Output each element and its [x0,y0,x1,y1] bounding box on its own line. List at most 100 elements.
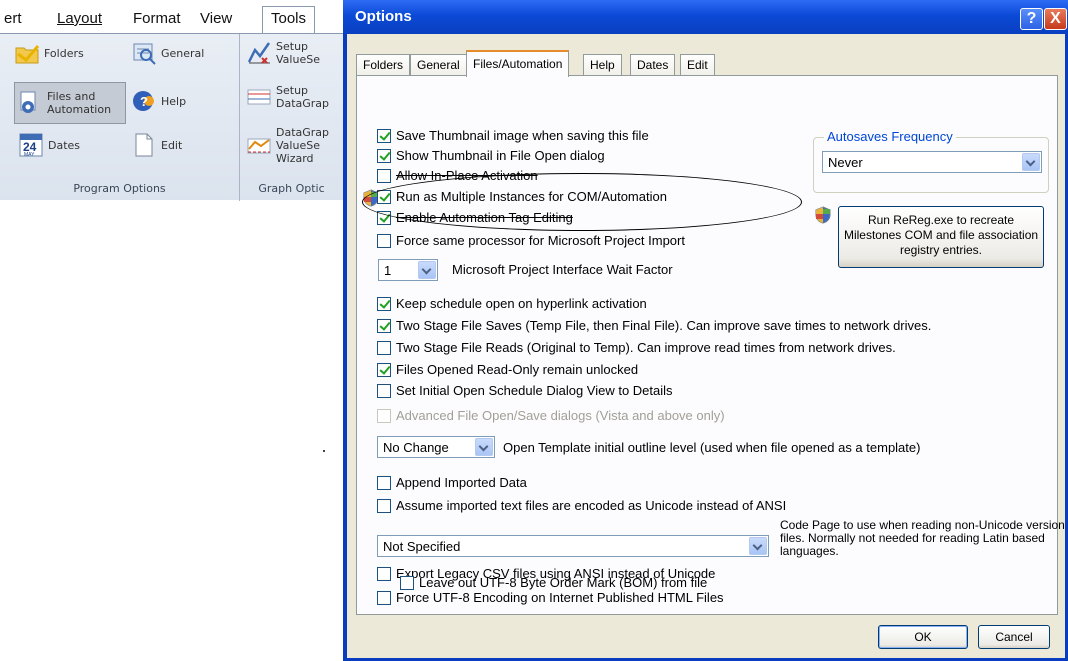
menu-tab-view[interactable]: View [200,10,232,27]
svg-text:?: ? [140,94,148,109]
graph-line-icon [247,42,271,64]
files-automation-panel: Save Thumbnail image when saving this fi… [356,75,1065,615]
advanced-dialogs-checkbox: Advanced File Open/Save dialogs (Vista a… [377,408,725,423]
allow-in-place-label: Allow In-Place Activation [396,168,538,183]
checkbox-box [377,189,391,204]
folders-button[interactable]: Folders [14,40,84,66]
tab-help[interactable]: Help [583,54,622,76]
wait-factor-select[interactable]: 1 [378,259,438,281]
chevron-down-icon[interactable] [1022,153,1040,171]
ok-button[interactable]: OK [878,625,968,649]
svg-text:MAY: MAY [24,152,35,158]
leave-out-bom-checkbox[interactable]: Leave out UTF-8 Byte Order Mark (BOM) fr… [400,575,707,590]
stray-dot [323,450,325,452]
outline-level-label: Open Template initial outline level (use… [503,440,921,455]
help-ribbon-label: Help [161,94,187,108]
tab-dates[interactable]: Dates [630,54,676,76]
leave-out-bom-label: Leave out UTF-8 Byte Order Mark (BOM) fr… [419,575,708,590]
advanced-dialogs-label: Advanced File Open/Save dialogs (Vista a… [396,408,725,423]
force-processor-label: Force same processor for Microsoft Proje… [396,233,685,248]
graph-options-group: Setup ValueSe Setup DataGrap DataGrap Va… [240,34,343,201]
multiple-instances-label: Run as Multiple Instances for COM/Automa… [396,189,667,204]
setup-valueset-button[interactable]: Setup ValueSe [246,40,320,66]
chevron-down-icon[interactable] [475,438,493,456]
append-imported-checkbox[interactable]: Append Imported Data [377,475,527,490]
checkbox-box [377,318,391,333]
dialog-client: Folders General Files/Automation Help Da… [347,34,1065,658]
help-ribbon-button[interactable]: ? Help [131,88,186,114]
force-utf8-checkbox[interactable]: Force UTF-8 Encoding on Internet Publish… [377,590,724,605]
setup-datagraph-button[interactable]: Setup DataGrap [246,84,329,110]
dates-button[interactable]: 24 MAY Dates [18,132,80,158]
setup-valueset-label: Setup ValueSe [276,40,320,66]
assume-unicode-label: Assume imported text files are encoded a… [396,498,787,513]
readonly-unlocked-checkbox[interactable]: Files Opened Read-Only remain unlocked [377,362,638,377]
menu-bar: ert Layout Format View Tools [0,0,343,34]
general-icon [133,43,156,65]
automation-tag-checkbox[interactable]: Enable Automation Tag Editing [377,210,573,225]
cancel-button[interactable]: Cancel [978,625,1050,649]
general-label: General [161,46,205,60]
checkbox-box [377,296,391,311]
tab-files-automation[interactable]: Files/Automation [466,50,570,77]
general-button[interactable]: General [131,40,204,66]
keep-schedule-open-checkbox[interactable]: Keep schedule open on hyperlink activati… [377,296,647,311]
graph-options-label: Graph Optic [258,182,325,195]
menu-tab-insert[interactable]: ert [4,10,22,27]
screen: ert Layout Format View Tools Folders Gen… [0,0,1068,661]
two-stage-saves-checkbox[interactable]: Two Stage File Saves (Temp File, then Fi… [377,318,931,333]
folder-icon [15,45,40,64]
menu-tab-tools[interactable]: Tools [262,6,316,34]
code-page-note: Code Page to use when reading non-Unicod… [780,518,1065,558]
titlebar-help-button[interactable]: ? [1020,8,1043,30]
datagraph-wizard-button[interactable]: DataGrap ValueSe Wizard [246,126,329,165]
allow-in-place-checkbox[interactable]: Allow In-Place Activation [377,168,538,183]
autosave-frequency-select[interactable]: Never [822,151,1042,173]
dates-label: Dates [48,138,81,152]
keep-schedule-open-label: Keep schedule open on hyperlink activati… [396,296,647,311]
chevron-down-icon[interactable] [749,537,767,555]
autosave-frequency-legend: Autosaves Frequency [824,129,956,144]
readonly-unlocked-label: Files Opened Read-Only remain unlocked [396,362,639,377]
multiple-instances-checkbox[interactable]: Run as Multiple Instances for COM/Automa… [377,189,667,204]
checkbox-box [377,590,391,605]
checkbox-box [377,340,391,355]
force-utf8-label: Force UTF-8 Encoding on Internet Publish… [396,590,724,605]
edit-label: Edit [161,138,183,152]
tab-folders[interactable]: Folders [356,54,411,76]
code-page-select[interactable]: Not Specified [377,535,769,557]
initial-view-details-checkbox[interactable]: Set Initial Open Schedule Dialog View to… [377,383,673,398]
document-icon [135,133,153,157]
setup-datagraph-label: Setup DataGrap [276,84,330,110]
show-thumbnail-checkbox[interactable]: Show Thumbnail in File Open dialog [377,148,605,163]
force-processor-checkbox[interactable]: Force same processor for Microsoft Proje… [377,233,685,248]
files-automation-button[interactable]: Files and Automation [14,82,126,124]
wait-factor-value: 1 [384,263,392,278]
save-thumbnail-label: Save Thumbnail image when saving this fi… [396,128,649,143]
menu-tab-layout[interactable]: Layout [57,10,102,27]
calendar-icon: 24 MAY [19,133,43,158]
dialog-titlebar[interactable]: Options ? X [343,0,1068,34]
app-ribbon: ert Layout Format View Tools Folders Gen… [0,0,343,201]
chevron-down-icon[interactable] [418,261,436,279]
menu-tab-format[interactable]: Format [133,10,181,27]
outline-level-select[interactable]: No Change [377,436,495,458]
checkbox-box [400,575,414,590]
files-automation-label: Files and Automation [47,90,112,116]
titlebar-close-button[interactable]: X [1044,8,1067,30]
rereg-button[interactable]: Run ReReg.exe to recreate Milestones COM… [838,206,1044,268]
two-stage-reads-checkbox[interactable]: Two Stage File Reads (Original to Temp).… [377,340,896,355]
wait-factor-label: Microsoft Project Interface Wait Factor [452,262,673,277]
wizard-graph-icon [247,138,271,153]
checkbox-box [377,383,391,398]
tab-general[interactable]: General [410,54,467,76]
checkbox-box [377,408,391,423]
tab-edit[interactable]: Edit [680,54,715,76]
save-thumbnail-checkbox[interactable]: Save Thumbnail image when saving this fi… [377,128,649,143]
checkbox-box [377,498,391,513]
files-automation-icon [20,91,36,113]
outline-level-value: No Change [383,440,449,455]
assume-unicode-checkbox[interactable]: Assume imported text files are encoded a… [377,498,786,513]
dialog-title: Options [355,8,412,25]
edit-button[interactable]: Edit [131,132,182,158]
